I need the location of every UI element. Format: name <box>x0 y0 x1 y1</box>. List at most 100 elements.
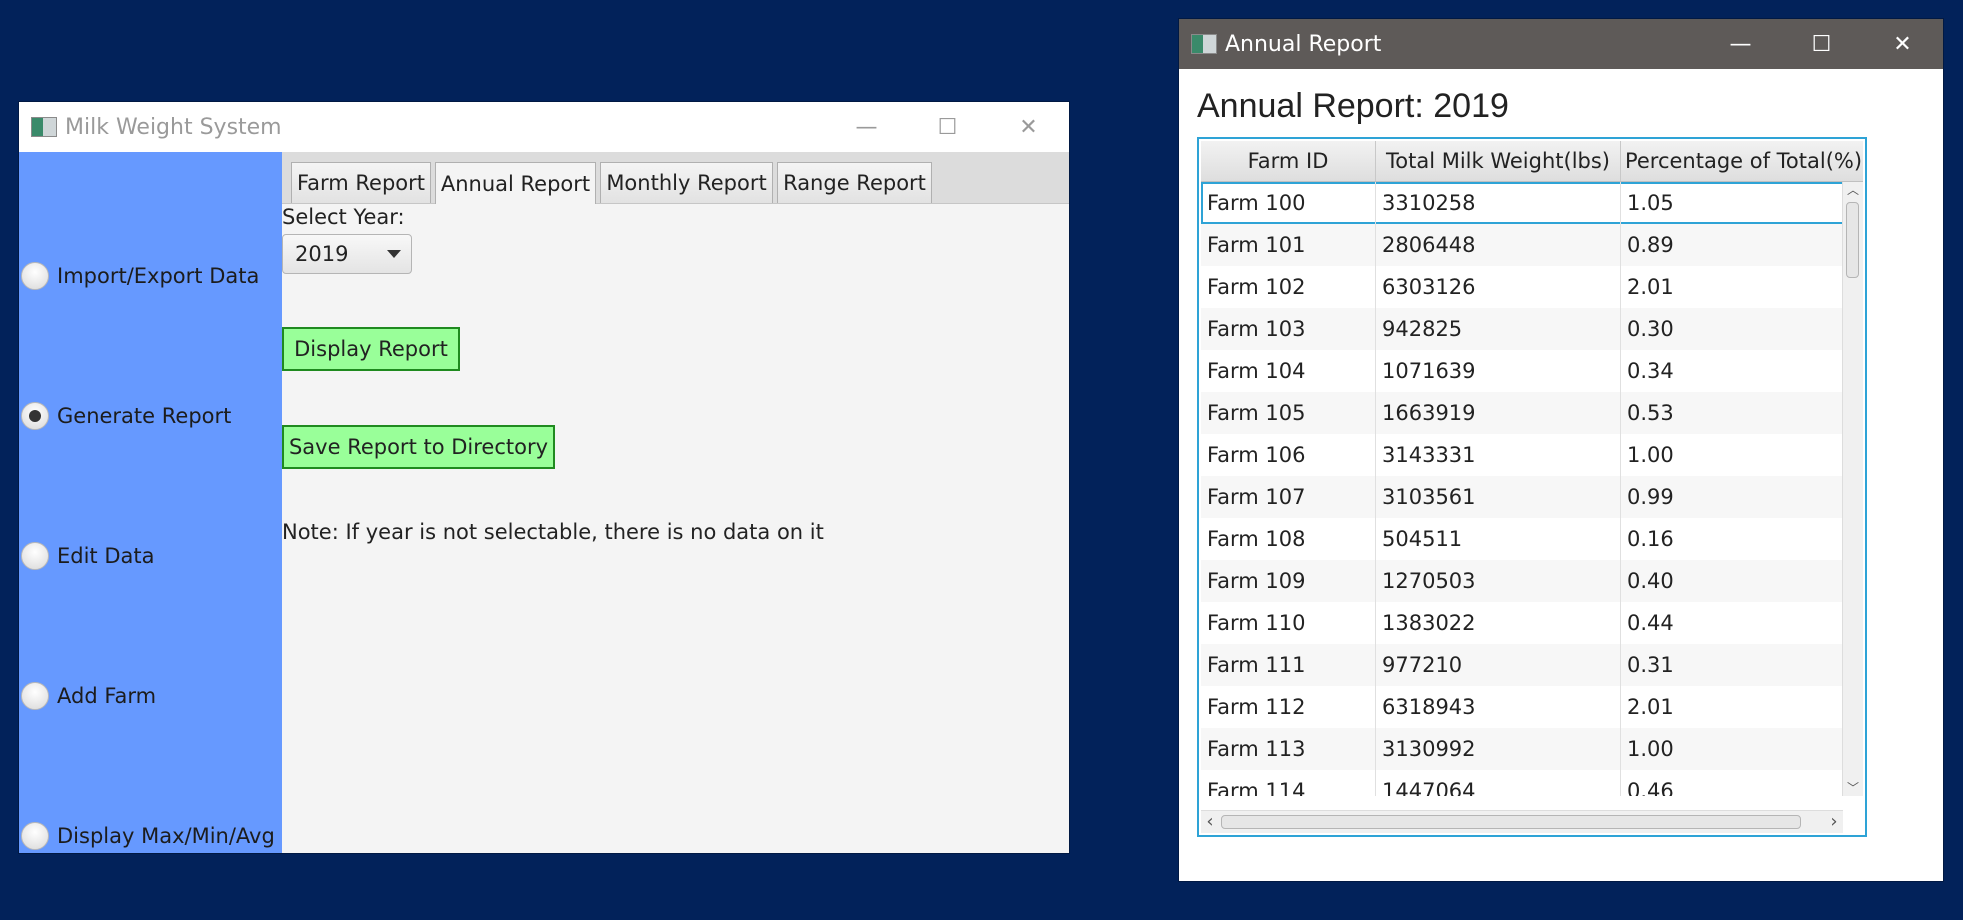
radio-label: Display Max/Min/Avg <box>57 824 275 848</box>
radio-label: Add Farm <box>57 684 157 708</box>
table-cell: 0.53 <box>1621 392 1845 434</box>
table-row[interactable]: Farm 106 3143331 1.00 <box>1201 434 1845 476</box>
radio-button[interactable] <box>21 542 49 570</box>
minimize-button[interactable]: — <box>1700 19 1781 69</box>
table-row[interactable]: Farm 100 3310258 1.05 <box>1201 182 1845 224</box>
radio-button-checked[interactable] <box>21 402 49 430</box>
table-cell: Farm 106 <box>1201 434 1376 476</box>
table-row[interactable]: Farm 112 6318943 2.01 <box>1201 686 1845 728</box>
year-select[interactable]: 2019 <box>282 234 412 274</box>
annual-report-window: Annual Report — ☐ ✕ Annual Report: 2019 … <box>1179 19 1943 881</box>
table-cell: 0.30 <box>1621 308 1845 350</box>
radio-add-farm[interactable]: Add Farm <box>19 676 156 716</box>
table-cell: 1270503 <box>1376 560 1621 602</box>
table-cell: 1.05 <box>1621 182 1845 224</box>
table-cell: Farm 108 <box>1201 518 1376 560</box>
radio-generate-report[interactable]: Generate Report <box>19 396 231 436</box>
table-cell: 504511 <box>1376 518 1621 560</box>
table-cell: 942825 <box>1376 308 1621 350</box>
horizontal-scrollbar[interactable]: ‹ › <box>1201 810 1843 833</box>
column-header-farm-id[interactable]: Farm ID <box>1201 141 1376 181</box>
radio-label: Edit Data <box>57 544 155 568</box>
window-title: Milk Weight System <box>65 114 282 140</box>
table-cell: Farm 103 <box>1201 308 1376 350</box>
table-cell: Farm 102 <box>1201 266 1376 308</box>
table-cell: 0.99 <box>1621 476 1845 518</box>
radio-button[interactable] <box>21 262 49 290</box>
table-cell: 1447064 <box>1376 770 1621 796</box>
title-bar[interactable]: Milk Weight System — ☐ ✕ <box>19 102 1069 152</box>
table-cell: 6318943 <box>1376 686 1621 728</box>
table-row[interactable]: Farm 104 1071639 0.34 <box>1201 350 1845 392</box>
table-cell: 2806448 <box>1376 224 1621 266</box>
report-table[interactable]: Farm ID Total Milk Weight(lbs) Percentag… <box>1197 137 1867 837</box>
chevron-down-icon[interactable]: ﹀ <box>1843 780 1863 796</box>
scroll-thumb[interactable] <box>1846 202 1859 278</box>
table-cell: 1.00 <box>1621 434 1845 476</box>
select-year-label: Select Year: <box>282 205 405 229</box>
table-cell: 0.40 <box>1621 560 1845 602</box>
window-title: Annual Report <box>1225 31 1382 57</box>
chevron-left-icon[interactable]: ‹ <box>1201 811 1219 833</box>
table-row[interactable]: Farm 103 942825 0.30 <box>1201 308 1845 350</box>
note-text: Note: If year is not selectable, there i… <box>282 520 824 544</box>
maximize-button[interactable]: ☐ <box>1781 19 1862 69</box>
table-cell: Farm 100 <box>1201 182 1376 224</box>
radio-button[interactable] <box>21 682 49 710</box>
table-row[interactable]: Farm 102 6303126 2.01 <box>1201 266 1845 308</box>
table-row[interactable]: Farm 101 2806448 0.89 <box>1201 224 1845 266</box>
sidebar: Import/Export Data Generate Report Edit … <box>19 152 282 853</box>
minimize-button[interactable]: — <box>826 102 907 152</box>
table-cell: 3130992 <box>1376 728 1621 770</box>
table-cell: Farm 113 <box>1201 728 1376 770</box>
table-row[interactable]: Farm 109 1270503 0.40 <box>1201 560 1845 602</box>
table-cell: 3310258 <box>1376 182 1621 224</box>
table-row[interactable]: Farm 105 1663919 0.53 <box>1201 392 1845 434</box>
table-cell: Farm 112 <box>1201 686 1376 728</box>
table-row[interactable]: Farm 110 1383022 0.44 <box>1201 602 1845 644</box>
column-header-percentage[interactable]: Percentage of Total(%) <box>1621 141 1865 181</box>
radio-button[interactable] <box>21 822 49 850</box>
table-cell: Farm 110 <box>1201 602 1376 644</box>
save-report-button[interactable]: Save Report to Directory <box>282 425 555 469</box>
vertical-scrollbar[interactable]: ︿ ﹀ <box>1842 182 1863 796</box>
app-icon <box>31 117 57 137</box>
radio-label: Import/Export Data <box>57 264 260 288</box>
table-row[interactable]: Farm 107 3103561 0.99 <box>1201 476 1845 518</box>
chevron-up-icon[interactable]: ︿ <box>1843 182 1863 198</box>
table-row[interactable]: Farm 114 1447064 0.46 <box>1201 770 1845 796</box>
app-icon <box>1191 34 1217 54</box>
close-button[interactable]: ✕ <box>988 102 1069 152</box>
tab-range-report[interactable]: Range Report <box>777 162 932 203</box>
tab-annual-report[interactable]: Annual Report <box>435 162 596 204</box>
scroll-thumb[interactable] <box>1221 815 1801 829</box>
table-cell: 6303126 <box>1376 266 1621 308</box>
table-cell: 0.46 <box>1621 770 1845 796</box>
column-header-total-weight[interactable]: Total Milk Weight(lbs) <box>1376 141 1621 181</box>
table-cell: 2.01 <box>1621 266 1845 308</box>
chevron-right-icon[interactable]: › <box>1825 811 1843 833</box>
radio-edit-data[interactable]: Edit Data <box>19 536 154 576</box>
table-cell: 0.31 <box>1621 644 1845 686</box>
table-cell: Farm 111 <box>1201 644 1376 686</box>
radio-display-max-min-avg[interactable]: Display Max/Min/Avg <box>19 816 275 856</box>
year-select-value: 2019 <box>295 242 349 266</box>
table-row[interactable]: Farm 113 3130992 1.00 <box>1201 728 1845 770</box>
radio-import-export[interactable]: Import/Export Data <box>19 256 259 296</box>
maximize-button[interactable]: ☐ <box>907 102 988 152</box>
chevron-down-icon <box>387 250 401 258</box>
display-report-button[interactable]: Display Report <box>282 327 460 371</box>
table-header: Farm ID Total Milk Weight(lbs) Percentag… <box>1201 141 1863 182</box>
table-cell: 3103561 <box>1376 476 1621 518</box>
table-cell: Farm 105 <box>1201 392 1376 434</box>
tab-monthly-report[interactable]: Monthly Report <box>600 162 773 203</box>
tab-farm-report[interactable]: Farm Report <box>291 162 431 203</box>
table-cell: 0.34 <box>1621 350 1845 392</box>
table-cell: 0.16 <box>1621 518 1845 560</box>
table-row[interactable]: Farm 111 977210 0.31 <box>1201 644 1845 686</box>
title-bar[interactable]: Annual Report — ☐ ✕ <box>1179 19 1943 69</box>
table-row[interactable]: Farm 108 504511 0.16 <box>1201 518 1845 560</box>
table-cell: 3143331 <box>1376 434 1621 476</box>
close-button[interactable]: ✕ <box>1862 19 1943 69</box>
table-cell: 2.01 <box>1621 686 1845 728</box>
